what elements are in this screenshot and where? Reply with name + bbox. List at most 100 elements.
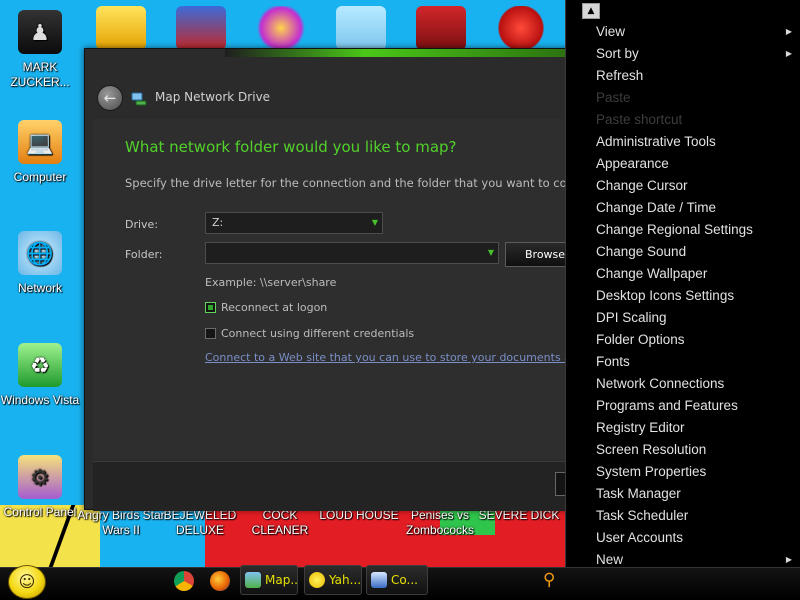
back-button[interactable]: ← [97,85,123,111]
web-site-link[interactable]: Connect to a Web site that you can use t… [205,351,585,364]
menu-item-task-manager[interactable]: Task Manager [566,483,800,505]
taskbar-button-label: Map... [265,573,298,587]
menu-scroll-up-button[interactable]: ▲ [582,3,600,19]
yahoo-messenger-icon [309,572,325,588]
menu-item-label: Change Wallpaper [596,266,708,281]
window-titlebar[interactable]: ← Map Network Drive [85,79,575,115]
menu-item-task-scheduler[interactable]: Task Scheduler [566,505,800,527]
taskbar-button-label: Yah... [329,573,362,587]
desktop-label-bejeweled[interactable]: BEJEWELED DELUXE [155,508,245,538]
menu-item-administrative-tools[interactable]: Administrative Tools [566,131,800,153]
menu-item-change-wallpaper[interactable]: Change Wallpaper [566,263,800,285]
dialog-footer [93,461,575,511]
desktop-icon-mark-zucker[interactable]: ♟ MARK ZUCKER... [0,10,80,90]
menu-item-screen-resolution[interactable]: Screen Resolution [566,439,800,461]
checkbox-checked-icon[interactable] [205,302,216,313]
dropdown-arrow-icon: ▼ [487,248,494,257]
menu-item-label: Change Regional Settings [596,222,753,237]
menu-item-label: Fonts [596,354,630,369]
folder-input[interactable]: ▼ [205,242,499,264]
drive-select[interactable]: Z: ▼ [205,212,383,234]
drive-select-value: Z: [212,216,224,229]
desktop-icon-label: Network [17,281,62,295]
control-panel-icon: ⚙ [18,455,62,499]
menu-item-label: Task Scheduler [596,508,689,523]
menu-item-programs-and-features[interactable]: Programs and Features [566,395,800,417]
desktop-icon-label: Computer [13,170,67,184]
control-panel-icon [371,572,387,588]
dialog-heading: What network folder would you like to ma… [125,138,457,156]
menu-item-appearance[interactable]: Appearance [566,153,800,175]
menu-item-label: System Properties [596,464,707,479]
desktop-icon-control-panel[interactable]: ⚙ Control Panel [0,455,80,520]
menu-item-label: Administrative Tools [596,134,716,149]
menu-item-label: Change Sound [596,244,687,259]
chrome-icon[interactable] [174,571,194,591]
menu-item-fonts[interactable]: Fonts [566,351,800,373]
menu-item-system-properties[interactable]: System Properties [566,461,800,483]
firefox-icon[interactable] [210,571,230,591]
menu-item-label: Screen Resolution [596,442,707,457]
menu-item-label: DPI Scaling [596,310,667,325]
menu-item-folder-options[interactable]: Folder Options [566,329,800,351]
menu-item-label: Network Connections [596,376,725,391]
top-icon-5[interactable] [416,6,466,50]
menu-item-view[interactable]: View ▶ [566,21,800,43]
recycle-bin-icon: ♻ [18,343,62,387]
menu-item-desktop-icons-settings[interactable]: Desktop Icons Settings [566,285,800,307]
menu-item-label: Desktop Icons Settings [596,288,735,303]
top-icon-1[interactable] [96,6,146,50]
credentials-checkbox[interactable]: Connect using different credentials [205,327,414,340]
menu-item-label: Appearance [596,156,669,171]
menu-item-sort-by[interactable]: Sort by ▶ [566,43,800,65]
up-arrow-icon: ▲ [587,6,595,16]
desktop-icon-recycle-bin[interactable]: ♻ Windows Vista [0,343,80,408]
top-icon-3[interactable] [256,6,306,50]
menu-item-label: Change Date / Time [596,200,717,215]
top-icon-6[interactable] [496,6,546,50]
credentials-label: Connect using different credentials [221,327,415,340]
taskbar-button-label: Co... [391,573,418,587]
top-icon-4[interactable] [336,6,386,50]
window-accent-bar [225,49,575,57]
menu-item-label: Sort by [596,46,639,61]
network-drive-icon [131,92,147,106]
menu-item-registry-editor[interactable]: Registry Editor [566,417,800,439]
taskbar-button-yahoo[interactable]: Yah... [304,565,362,595]
taskbar-button-control-panel[interactable]: Co... [366,565,428,595]
start-button[interactable]: ☺ [8,565,46,599]
desktop-label-cock-cleaner[interactable]: COCK CLEANER [235,508,325,538]
person-figure-icon: ♟ [18,10,62,54]
menu-item-change-cursor[interactable]: Change Cursor [566,175,800,197]
search-icon[interactable]: ⚲ [543,570,555,590]
desktop-label-penises-vs-zombococks[interactable]: Penises vs Zombococks [395,508,485,538]
menu-item-change-date-time[interactable]: Change Date / Time [566,197,800,219]
checkbox-unchecked-icon[interactable] [205,328,216,339]
drive-label: Drive: [125,218,159,231]
desktop-icon-label: MARK ZUCKER... [10,60,70,89]
taskbar-button-map[interactable]: Map... [240,565,298,595]
menu-item-label: Paste shortcut [596,112,683,127]
context-menu-list: View ▶ Sort by ▶ Refresh Paste Paste shortcut A… [566,21,800,571]
desktop-icon-computer[interactable]: 💻 Computer [0,120,80,185]
menu-item-change-regional-settings[interactable]: Change Regional Settings [566,219,800,241]
menu-item-label: New [596,552,624,567]
desktop-icon-network[interactable]: 🌐 Network [0,231,80,296]
menu-item-paste: Paste [566,87,800,109]
menu-item-paste-shortcut: Paste shortcut [566,109,800,131]
folder-label: Folder: [125,248,163,261]
reconnect-checkbox[interactable]: Reconnect at logon [205,301,327,314]
menu-item-dpi-scaling[interactable]: DPI Scaling [566,307,800,329]
desktop-label-angry-birds[interactable]: Angry Birds Star Wars II [76,508,166,538]
menu-item-network-connections[interactable]: Network Connections [566,373,800,395]
menu-item-refresh[interactable]: Refresh [566,65,800,87]
menu-item-label: Registry Editor [596,420,685,435]
network-drive-icon [245,572,261,588]
menu-item-label: Change Cursor [596,178,688,193]
dialog-description: Specify the drive letter for the connect… [125,176,600,190]
menu-item-user-accounts[interactable]: User Accounts [566,527,800,549]
reconnect-label: Reconnect at logon [221,301,328,314]
submenu-arrow-icon: ▶ [785,27,792,36]
top-icon-2[interactable] [176,6,226,50]
menu-item-change-sound[interactable]: Change Sound [566,241,800,263]
